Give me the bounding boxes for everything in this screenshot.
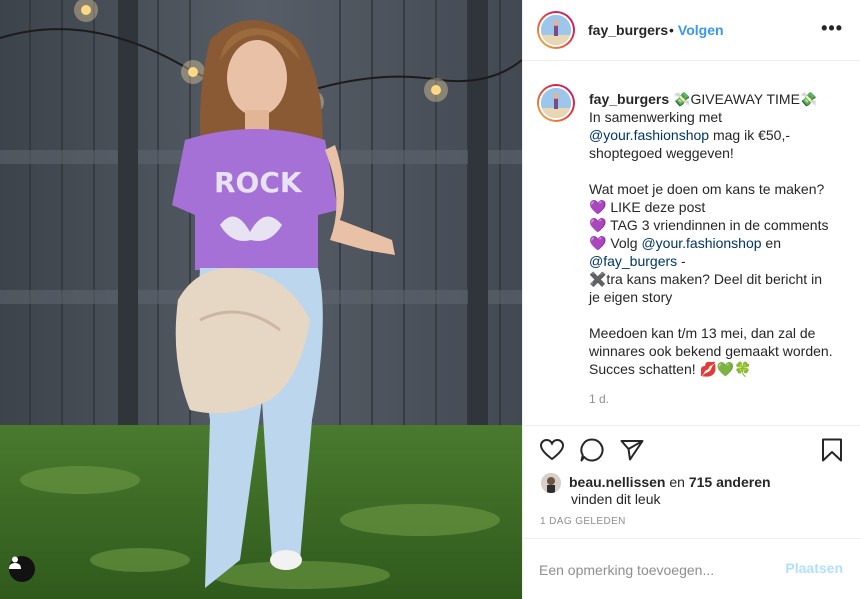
paper-plane-icon <box>620 440 644 461</box>
post-side-panel: fay_burgers • Volgen ••• fay_burgers 💸GIV… <box>522 0 860 599</box>
heart-icon <box>539 438 565 461</box>
avatar-image <box>541 88 571 118</box>
caption-avatar[interactable] <box>537 84 575 122</box>
caption-segment: mag ik €50,- shoptegoed weggeven! Wat mo… <box>589 127 829 251</box>
mention-link[interactable]: @your.fashionshop <box>641 235 761 251</box>
caption-timestamp[interactable]: 1 d. <box>589 392 609 406</box>
liker-username[interactable]: beau.nellissen <box>569 474 665 490</box>
likes-summary: beau.nellissen en 715 anderen vinden dit… <box>523 470 860 514</box>
photo-illustration: ROCK <box>0 0 522 599</box>
author-username[interactable]: fay_burgers <box>588 22 668 38</box>
bookmark-icon <box>822 438 842 462</box>
more-options-button[interactable]: ••• <box>821 18 843 39</box>
comment-button[interactable] <box>579 437 605 463</box>
mention-link[interactable]: @fay_burgers <box>589 253 677 269</box>
likes-count[interactable]: 715 anderen <box>689 474 771 490</box>
caption-area: fay_burgers 💸GIVEAWAY TIME💸 In samenwerk… <box>523 62 860 426</box>
mention-link[interactable]: @your.fashionshop <box>589 127 709 143</box>
post-date[interactable]: 1 DAG GELEDEN <box>540 516 626 527</box>
tagged-users-button[interactable] <box>9 556 35 582</box>
post-header: fay_burgers • Volgen ••• <box>523 0 860 61</box>
caption-username[interactable]: fay_burgers <box>589 91 669 107</box>
user-icon <box>9 556 21 569</box>
likes-connector: en <box>665 474 689 490</box>
avatar-image <box>541 15 571 45</box>
comment-composer: Plaatsen <box>523 538 860 599</box>
share-button[interactable] <box>619 437 645 463</box>
svg-text:ROCK: ROCK <box>214 166 303 199</box>
separator-dot: • <box>669 22 674 38</box>
save-button[interactable] <box>819 437 845 463</box>
likes-text: beau.nellissen en 715 anderen <box>569 473 771 491</box>
caption-text: fay_burgers 💸GIVEAWAY TIME💸 In samenwerk… <box>589 90 851 378</box>
comment-icon <box>580 438 604 462</box>
likes-suffix: vinden dit leuk <box>571 491 661 507</box>
instagram-post: ROCK fay_burgers • Volgen ••• fay_burger… <box>0 0 860 599</box>
liker-avatar[interactable] <box>541 473 561 493</box>
post-photo[interactable]: ROCK <box>0 0 522 599</box>
author-avatar[interactable] <box>537 11 575 49</box>
action-bar <box>523 427 860 471</box>
follow-button[interactable]: • Volgen <box>669 22 724 38</box>
caption-segment: en <box>765 235 782 251</box>
follow-label: Volgen <box>677 22 724 38</box>
like-button[interactable] <box>539 437 565 463</box>
post-comment-button[interactable]: Plaatsen <box>785 560 843 576</box>
caption-segment: - ✖️tra kans maken? Deel dit bericht in … <box>589 253 833 377</box>
comment-input[interactable] <box>539 558 769 582</box>
avatar-image <box>541 473 561 493</box>
